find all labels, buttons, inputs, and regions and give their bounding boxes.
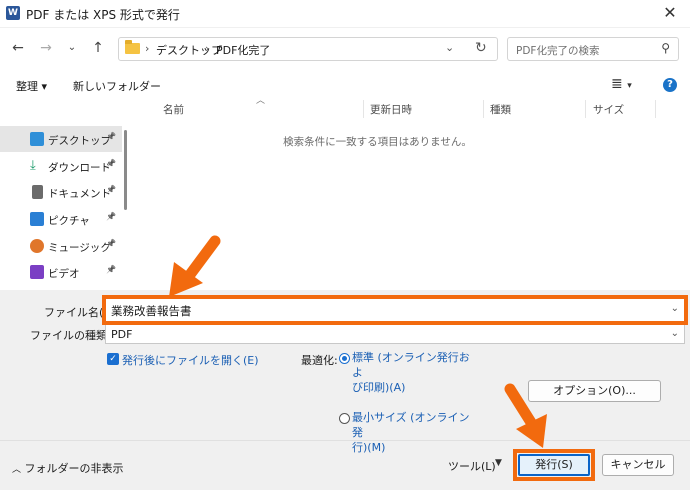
address-bar[interactable]: › デスクトップ › PDF化完了 ⌄ ↻: [118, 37, 498, 61]
download-icon: ⤓: [30, 158, 36, 173]
breadcrumb-separator: ›: [205, 42, 210, 55]
window-title: PDF または XPS 形式で発行: [26, 8, 180, 22]
nav-scrollbar[interactable]: [124, 130, 127, 210]
publish-highlight-box: [513, 449, 595, 481]
sidebar-item-label: ミュージック: [48, 242, 111, 254]
new-folder-button[interactable]: 新しいフォルダー: [73, 78, 161, 94]
pin-icon: 📌: [106, 159, 116, 168]
pin-icon: 📌: [106, 265, 116, 274]
column-divider[interactable]: [363, 100, 364, 118]
column-header-modified[interactable]: 更新日時: [370, 102, 412, 117]
refresh-icon[interactable]: ↻: [475, 40, 487, 56]
optimize-standard-label-line2: び印刷)(A): [352, 381, 406, 394]
music-icon: [30, 239, 44, 253]
sidebar-item-label: ビデオ: [48, 268, 80, 280]
sidebar-item-pictures[interactable]: ピクチャ 📌: [0, 206, 122, 232]
search-box[interactable]: PDF化完了の検索 ⚲: [507, 37, 679, 61]
optimize-standard-label-line1: 標準 (オンライン発行およ: [352, 351, 470, 379]
search-placeholder: PDF化完了の検索: [516, 45, 600, 57]
optimize-standard-radio[interactable]: [339, 353, 350, 364]
open-after-publish-label[interactable]: 発行後にファイルを開く(E): [122, 352, 259, 368]
sidebar-item-desktop[interactable]: デスクトップ 📌: [0, 126, 122, 152]
desktop-icon: [30, 132, 44, 146]
pictures-icon: [30, 212, 44, 226]
help-icon[interactable]: ?: [663, 78, 677, 92]
organize-button[interactable]: 整理 ▾: [16, 78, 47, 94]
close-button[interactable]: ✕: [658, 2, 682, 24]
command-toolbar: 整理 ▾ 新しいフォルダー ≣ ▾ ?: [0, 70, 690, 100]
footer-divider: [0, 440, 690, 441]
column-divider[interactable]: [483, 100, 484, 118]
column-divider[interactable]: [585, 100, 586, 118]
back-arrow-icon[interactable]: ←: [8, 38, 28, 58]
tools-button[interactable]: ツール(L): [448, 458, 496, 474]
breadcrumb-pdf-folder[interactable]: PDF化完了: [216, 42, 270, 58]
breadcrumb-desktop[interactable]: デスクトップ: [156, 42, 222, 58]
breadcrumb-separator: ›: [145, 42, 150, 55]
optimize-minimum-label[interactable]: 最小サイズ (オンライン発 行)(M): [352, 410, 474, 455]
optimize-label: 最適化:: [301, 354, 338, 367]
up-arrow-icon[interactable]: ↑: [88, 38, 108, 58]
sidebar-item-label: ダウンロード: [48, 162, 111, 174]
options-button[interactable]: オプション(O)...: [528, 380, 661, 402]
cancel-button[interactable]: キャンセル: [602, 454, 674, 476]
title-bar: W PDF または XPS 形式で発行 ✕: [0, 0, 690, 28]
hide-folders-button[interactable]: ︿ フォルダーの非表示: [12, 460, 124, 476]
file-list: [130, 100, 690, 290]
forward-arrow-icon[interactable]: →: [36, 38, 56, 58]
column-header-type[interactable]: 種類: [490, 102, 511, 117]
optimize-minimum-label-line1: 最小サイズ (オンライン発: [352, 411, 470, 439]
tools-dropdown-icon[interactable]: ▼: [495, 458, 502, 468]
view-options-icon[interactable]: ≣ ▾: [611, 76, 632, 92]
pin-icon: 📌: [106, 212, 116, 221]
filetype-select[interactable]: PDF ⌄: [105, 324, 685, 344]
hide-folders-label: フォルダーの非表示: [24, 462, 124, 475]
chevron-down-icon[interactable]: ⌄: [671, 328, 679, 339]
optimize-minimum-label-line2: 行)(M): [352, 441, 386, 454]
recent-locations-chevron-icon[interactable]: ⌄: [62, 38, 82, 58]
filename-highlight-box: [102, 295, 688, 325]
sidebar-item-video[interactable]: ビデオ 📌: [0, 259, 122, 285]
empty-results-message: 検索条件に一致する項目はありません。: [283, 136, 472, 148]
column-header-name[interactable]: 名前: [163, 102, 184, 117]
sidebar-item-label: デスクトップ: [48, 135, 111, 147]
pin-icon: 📌: [106, 132, 116, 141]
sort-ascending-icon: ︿: [256, 96, 266, 106]
word-app-icon: W: [6, 6, 20, 20]
column-divider[interactable]: [655, 100, 656, 118]
sidebar-item-label: ドキュメント: [48, 188, 111, 200]
sidebar-item-music[interactable]: ミュージック 📌: [0, 233, 122, 259]
pin-icon: 📌: [106, 185, 116, 194]
sidebar-item-label: ピクチャ: [48, 215, 90, 227]
optimize-minimum-radio[interactable]: [339, 413, 350, 424]
open-after-publish-checkbox[interactable]: ✓: [107, 353, 119, 365]
search-icon[interactable]: ⚲: [661, 41, 670, 55]
video-icon: [30, 265, 44, 279]
chevron-up-icon: ︿: [12, 465, 22, 475]
column-header-size[interactable]: サイズ: [593, 102, 624, 117]
address-dropdown-chevron-icon[interactable]: ⌄: [445, 41, 454, 54]
optimize-standard-label[interactable]: 標準 (オンライン発行およ び印刷)(A): [352, 350, 474, 395]
sidebar-item-download[interactable]: ⤓ ダウンロード 📌: [0, 153, 122, 179]
document-icon: [32, 185, 43, 199]
pin-icon: 📌: [106, 239, 116, 248]
folder-icon: [125, 40, 140, 54]
filetype-value: PDF: [111, 328, 133, 341]
sidebar-item-document[interactable]: ドキュメント 📌: [0, 179, 122, 205]
